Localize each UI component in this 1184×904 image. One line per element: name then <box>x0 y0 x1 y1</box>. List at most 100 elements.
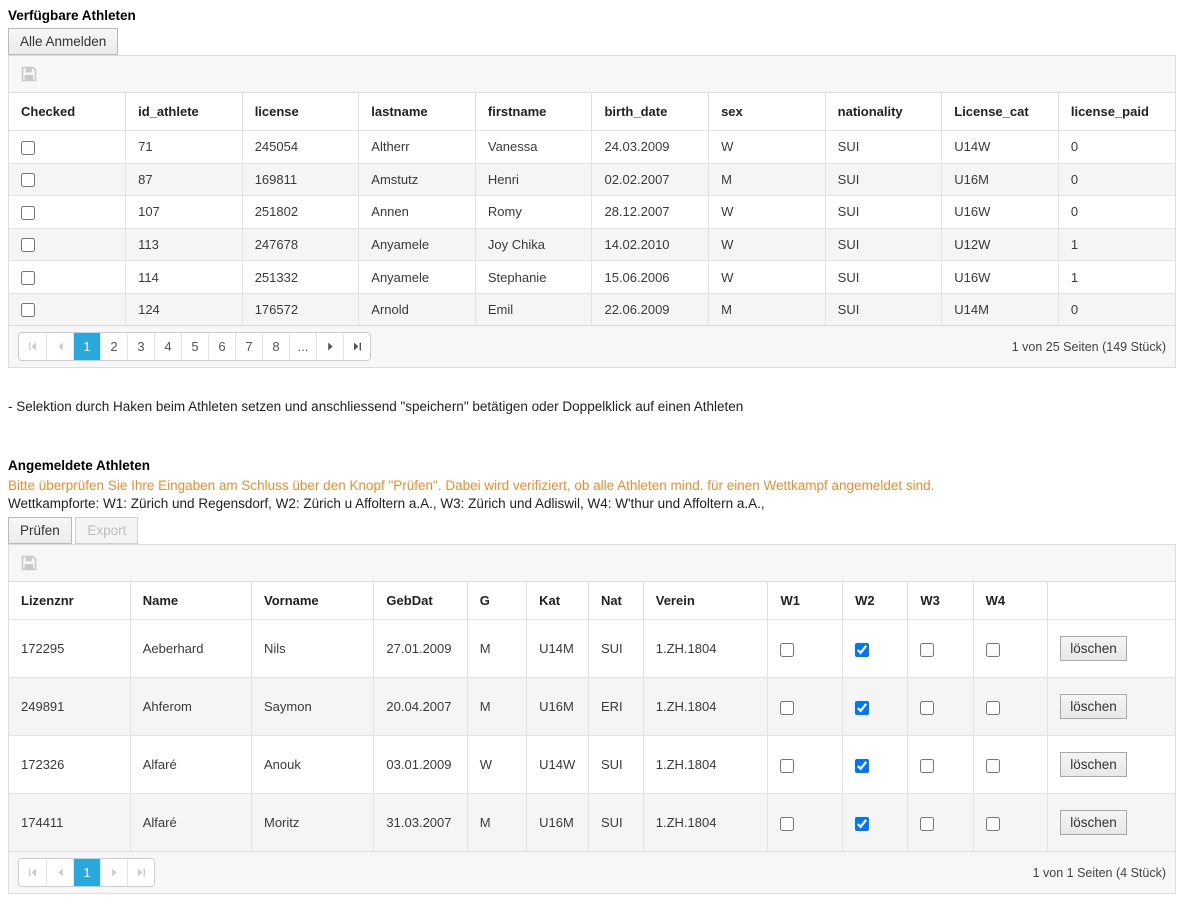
w1-checkbox[interactable] <box>780 643 794 657</box>
cell-id-athlete: 113 <box>126 228 243 261</box>
cell-lastname: Amstutz <box>359 163 476 196</box>
registered-athlete-row[interactable]: 172295 Aeberhard Nils 27.01.2009 M U14M … <box>9 620 1175 678</box>
save-icon[interactable] <box>21 555 37 571</box>
cell-lastname: Anyamele <box>359 228 476 261</box>
pager-last-button[interactable] <box>343 333 370 360</box>
cell-birth-date: 14.02.2010 <box>592 228 709 261</box>
delete-button[interactable]: löschen <box>1060 636 1127 661</box>
cell-w1 <box>768 794 843 852</box>
pager-page-button[interactable]: 3 <box>127 333 154 360</box>
registered-athletes-table: Lizenznr Name Vorname GebDat G Kat Nat V… <box>9 582 1175 851</box>
available-athletes-grid: Checked id_athlete license lastname firs… <box>8 55 1176 368</box>
pager-page-button[interactable]: 8 <box>262 333 289 360</box>
available-athlete-row[interactable]: 124 176572 Arnold Emil 22.06.2009 M SUI … <box>9 293 1175 325</box>
delete-button[interactable]: löschen <box>1060 752 1127 777</box>
cell-name: Alfaré <box>130 736 251 794</box>
available-athlete-row[interactable]: 71 245054 Altherr Vanessa 24.03.2009 W S… <box>9 131 1175 164</box>
row-select-checkbox[interactable] <box>21 173 35 187</box>
available-athlete-row[interactable]: 113 247678 Anyamele Joy Chika 14.02.2010… <box>9 228 1175 261</box>
pager-prev-button[interactable] <box>46 859 73 886</box>
w2-checkbox[interactable] <box>855 701 869 715</box>
w4-checkbox[interactable] <box>986 701 1000 715</box>
pager-ellipsis-button[interactable]: ... <box>289 333 316 360</box>
column-header-kat: Kat <box>527 582 589 620</box>
row-select-checkbox[interactable] <box>21 271 35 285</box>
cell-license-paid: 0 <box>1058 131 1175 164</box>
pager-next-button[interactable] <box>100 859 127 886</box>
w2-checkbox[interactable] <box>855 759 869 773</box>
w4-checkbox[interactable] <box>986 817 1000 831</box>
row-select-checkbox[interactable] <box>21 206 35 220</box>
pager-page-button[interactable]: 7 <box>235 333 262 360</box>
column-header-id-athlete: id_athlete <box>126 93 243 131</box>
column-header-gebdat: GebDat <box>374 582 467 620</box>
pager-page-button[interactable]: 1 <box>73 333 100 360</box>
cell-kat: U14M <box>527 620 589 678</box>
registered-athlete-row[interactable]: 172326 Alfaré Anouk 03.01.2009 W U14W SU… <box>9 736 1175 794</box>
w1-checkbox[interactable] <box>780 817 794 831</box>
selection-hint: - Selektion durch Haken beim Athleten se… <box>8 399 1176 414</box>
w3-checkbox[interactable] <box>920 701 934 715</box>
cell-name: Ahferom <box>130 678 251 736</box>
column-header-checked: Checked <box>9 93 126 131</box>
pager-page-button[interactable]: 4 <box>154 333 181 360</box>
w4-checkbox[interactable] <box>986 759 1000 773</box>
pager-first-button[interactable] <box>19 333 46 360</box>
cell-checked <box>9 131 126 164</box>
available-athletes-title: Verfügbare Athleten <box>8 8 1176 23</box>
available-athlete-row[interactable]: 87 169811 Amstutz Henri 02.02.2007 M SUI… <box>9 163 1175 196</box>
pager-page-button[interactable]: 2 <box>100 333 127 360</box>
pager-page-button[interactable]: 6 <box>208 333 235 360</box>
column-header-lizenznr: Lizenznr <box>9 582 130 620</box>
cell-license-paid: 1 <box>1058 261 1175 294</box>
column-header-sex: sex <box>709 93 826 131</box>
row-select-checkbox[interactable] <box>21 141 35 155</box>
registered-pager-summary: 1 von 1 Seiten (4 Stück) <box>1033 866 1166 880</box>
cell-g: W <box>467 736 526 794</box>
delete-button[interactable]: löschen <box>1060 694 1127 719</box>
w3-checkbox[interactable] <box>920 759 934 773</box>
cell-w4 <box>973 736 1048 794</box>
w1-checkbox[interactable] <box>780 759 794 773</box>
cell-license: 247678 <box>242 228 359 261</box>
pager-last-button[interactable] <box>127 859 154 886</box>
export-button[interactable]: Export <box>75 517 138 544</box>
save-icon[interactable] <box>21 66 37 82</box>
w3-checkbox[interactable] <box>920 817 934 831</box>
pager-first-button[interactable] <box>19 859 46 886</box>
cell-nat: SUI <box>588 794 643 852</box>
pager-page-button[interactable]: 1 <box>73 859 100 886</box>
w1-checkbox[interactable] <box>780 701 794 715</box>
row-select-checkbox[interactable] <box>21 303 35 317</box>
row-select-checkbox[interactable] <box>21 238 35 252</box>
column-header-lastname: lastname <box>359 93 476 131</box>
column-header-license-paid: license_paid <box>1058 93 1175 131</box>
cell-w2 <box>843 794 908 852</box>
verification-warning: Bitte überprüfen Sie Ihre Eingaben am Sc… <box>8 478 1176 493</box>
register-all-button[interactable]: Alle Anmelden <box>8 28 118 55</box>
w2-checkbox[interactable] <box>855 643 869 657</box>
registered-athlete-row[interactable]: 174411 Alfaré Moritz 31.03.2007 M U16M S… <box>9 794 1175 852</box>
cell-kat: U16M <box>527 678 589 736</box>
cell-firstname: Joy Chika <box>475 228 592 261</box>
available-athlete-row[interactable]: 107 251802 Annen Romy 28.12.2007 W SUI U… <box>9 196 1175 229</box>
w3-checkbox[interactable] <box>920 643 934 657</box>
cell-id-athlete: 87 <box>126 163 243 196</box>
registered-athlete-row[interactable]: 249891 Ahferom Saymon 20.04.2007 M U16M … <box>9 678 1175 736</box>
w2-checkbox[interactable] <box>855 817 869 831</box>
cell-nat: ERI <box>588 678 643 736</box>
cell-nationality: SUI <box>825 163 942 196</box>
column-header-g: G <box>467 582 526 620</box>
check-button[interactable]: Prüfen <box>8 517 72 544</box>
pager-next-button[interactable] <box>316 333 343 360</box>
pager-prev-button[interactable] <box>46 333 73 360</box>
cell-birth-date: 02.02.2007 <box>592 163 709 196</box>
pager-page-button[interactable]: 5 <box>181 333 208 360</box>
delete-button[interactable]: löschen <box>1060 810 1127 835</box>
cell-sex: W <box>709 196 826 229</box>
column-header-w1: W1 <box>768 582 843 620</box>
w4-checkbox[interactable] <box>986 643 1000 657</box>
cell-license: 176572 <box>242 293 359 325</box>
available-athlete-row[interactable]: 114 251332 Anyamele Stephanie 15.06.2006… <box>9 261 1175 294</box>
cell-w2 <box>843 678 908 736</box>
